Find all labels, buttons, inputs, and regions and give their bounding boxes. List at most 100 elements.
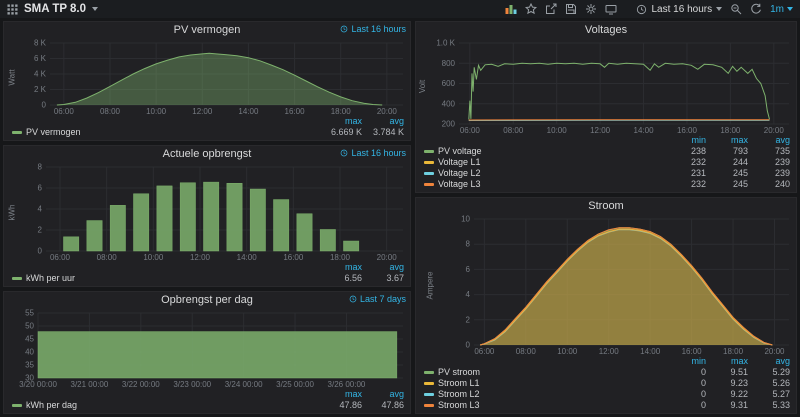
settings-gear-icon[interactable] [585, 3, 597, 15]
legend-stat-value: 239 [774, 168, 790, 178]
time-range-label: Last 16 hours [651, 3, 713, 15]
legend-series-toggle[interactable]: Voltage L3 [424, 179, 664, 190]
panel-header[interactable]: Opbrengst per dag Last 7 days [4, 292, 410, 308]
panel-title[interactable]: Stroom [588, 200, 623, 212]
legend-stat-header[interactable]: max [706, 135, 748, 146]
legend-stat-value: 6.56 [344, 273, 362, 283]
legend-stat-value: 245 [732, 179, 748, 189]
panel-title[interactable]: Voltages [585, 24, 627, 36]
refresh-icon[interactable] [750, 3, 762, 15]
legend-series-toggle[interactable]: kWh per dag [12, 400, 320, 411]
legend-series-toggle[interactable]: Stroom L3 [424, 400, 664, 411]
legend-pv-vermogen: max avg PV vermogen 6.669 K 3.784 K [4, 116, 410, 140]
svg-text:10:00: 10:00 [143, 253, 164, 262]
series-color-marker [424, 172, 434, 175]
legend-series-toggle[interactable]: Stroom L1 [424, 378, 664, 389]
star-icon[interactable] [525, 3, 538, 15]
panel-title[interactable]: Opbrengst per dag [161, 294, 253, 306]
legend-stat-header[interactable]: avg [748, 135, 790, 146]
y-axis-label: Ampere [425, 270, 435, 300]
panel-header[interactable]: Actuele opbrengst Last 16 hours [4, 146, 410, 162]
legend-series-toggle[interactable]: Voltage L1 [424, 157, 664, 168]
legend-stat-value: 5.33 [772, 400, 790, 410]
panel-time-badge: Last 7 days [349, 294, 406, 304]
legend-stat-header[interactable]: max [706, 356, 748, 367]
svg-text:08:00: 08:00 [516, 347, 537, 356]
legend-stat-value: 793 [732, 146, 748, 156]
panel-header[interactable]: Voltages [416, 22, 796, 38]
legend-stat-value: 239 [774, 157, 790, 167]
legend-stat-header[interactable]: avg [362, 262, 404, 273]
svg-text:18:00: 18:00 [723, 347, 744, 356]
svg-text:4 K: 4 K [34, 70, 47, 79]
svg-text:06:00: 06:00 [460, 126, 481, 135]
panel-stroom: Stroom Ampere 06:00 08:00 10:00 12:00 14:00 1… [415, 197, 797, 414]
save-icon[interactable] [565, 3, 577, 15]
right-column: Voltages Volt 06:00 08:00 10:00 12:00 14:00 1… [415, 21, 797, 414]
chart-actuele-opbrengst[interactable]: 06:00 08:00 10:00 12:00 14:00 16:00 18:00 20:00… [20, 162, 410, 262]
svg-text:12:00: 12:00 [599, 347, 620, 356]
svg-text:50: 50 [25, 322, 34, 331]
clock-icon [341, 25, 348, 33]
panel-actuele-opbrengst: Actuele opbrengst Last 16 hours kWh 06:0… [3, 145, 411, 287]
series-color-marker [424, 183, 434, 186]
legend-series-toggle[interactable]: Voltage L2 [424, 168, 664, 179]
svg-text:10:00: 10:00 [557, 347, 578, 356]
add-panel-icon[interactable] [505, 3, 517, 15]
legend-stat-header[interactable]: avg [362, 389, 404, 400]
legend-stat-value: 245 [732, 168, 748, 178]
svg-text:20:00: 20:00 [377, 107, 398, 116]
legend-stat-value: 232 [690, 157, 706, 167]
svg-text:06:00: 06:00 [54, 107, 75, 116]
tv-mode-icon[interactable] [605, 3, 617, 15]
svg-text:400: 400 [442, 99, 456, 108]
legend-stat-header[interactable]: min [664, 356, 706, 367]
chart-voltages[interactable]: 06:00 08:00 10:00 12:00 14:00 16:00 18:00 20:00… [429, 38, 796, 135]
svg-text:55: 55 [25, 309, 34, 318]
panel-time-badge: Last 16 hours [340, 24, 406, 34]
svg-text:2: 2 [466, 315, 471, 324]
svg-text:16:00: 16:00 [677, 126, 698, 135]
svg-text:06:00: 06:00 [50, 253, 71, 262]
legend-stat-value: 5.27 [772, 389, 790, 399]
y-axis-label: Volt [418, 79, 428, 94]
svg-text:20:00: 20:00 [764, 347, 785, 356]
legend-series-toggle[interactable]: kWh per uur [12, 273, 320, 284]
series-color-marker [424, 382, 434, 385]
legend-stat-value: 9.51 [730, 367, 748, 377]
time-range-picker[interactable]: Last 16 hours [636, 3, 723, 15]
legend-stat-header[interactable]: max [320, 389, 362, 400]
legend-stat-header[interactable]: max [320, 262, 362, 273]
panel-title[interactable]: PV vermogen [174, 24, 241, 36]
dashboard-title[interactable]: SMA TP 8.0 [24, 3, 86, 15]
svg-text:10: 10 [461, 215, 470, 224]
svg-text:6: 6 [38, 184, 43, 193]
panel-title[interactable]: Actuele opbrengst [163, 148, 252, 160]
chart-opbrengst-per-dag[interactable]: 3/20 00:00 3/21 00:00 3/22 00:00 3/23 00:00… [16, 308, 410, 389]
chevron-down-icon[interactable] [92, 7, 98, 11]
svg-text:30: 30 [25, 374, 34, 383]
legend-series-toggle[interactable]: Stroom L2 [424, 389, 664, 400]
zoom-out-icon[interactable] [730, 3, 742, 15]
svg-text:12:00: 12:00 [192, 107, 213, 116]
legend-voltages: min max avg PV voltage 238 793 735 Voltage L1 23… [416, 135, 796, 192]
apps-menu-icon[interactable] [7, 3, 18, 15]
chart-stroom[interactable]: 06:00 08:00 10:00 12:00 14:00 16:00 18:00 20:00… [444, 214, 796, 356]
panel-header[interactable]: Stroom [416, 198, 796, 214]
svg-text:16:00: 16:00 [283, 253, 304, 262]
legend-stat-header[interactable]: max [320, 116, 362, 127]
refresh-interval-picker[interactable]: 1m [770, 4, 793, 15]
legend-stat-header[interactable]: avg [362, 116, 404, 127]
chart-pv-vermogen[interactable]: 06:00 08:00 10:00 12:00 14:00 16:00 18:00 20:00… [20, 38, 410, 116]
svg-text:20:00: 20:00 [764, 126, 785, 135]
legend-stat-value: 240 [774, 179, 790, 189]
legend-series-toggle[interactable]: PV vermogen [12, 127, 320, 138]
svg-text:16:00: 16:00 [682, 347, 703, 356]
share-icon[interactable] [545, 3, 557, 15]
legend-stat-header[interactable]: avg [748, 356, 790, 367]
legend-series-toggle[interactable]: PV stroom [424, 367, 664, 378]
y-axis-label: kWh [7, 204, 17, 220]
legend-stat-header[interactable]: min [664, 135, 706, 146]
panel-header[interactable]: PV vermogen Last 16 hours [4, 22, 410, 38]
legend-series-toggle[interactable]: PV voltage [424, 146, 664, 157]
